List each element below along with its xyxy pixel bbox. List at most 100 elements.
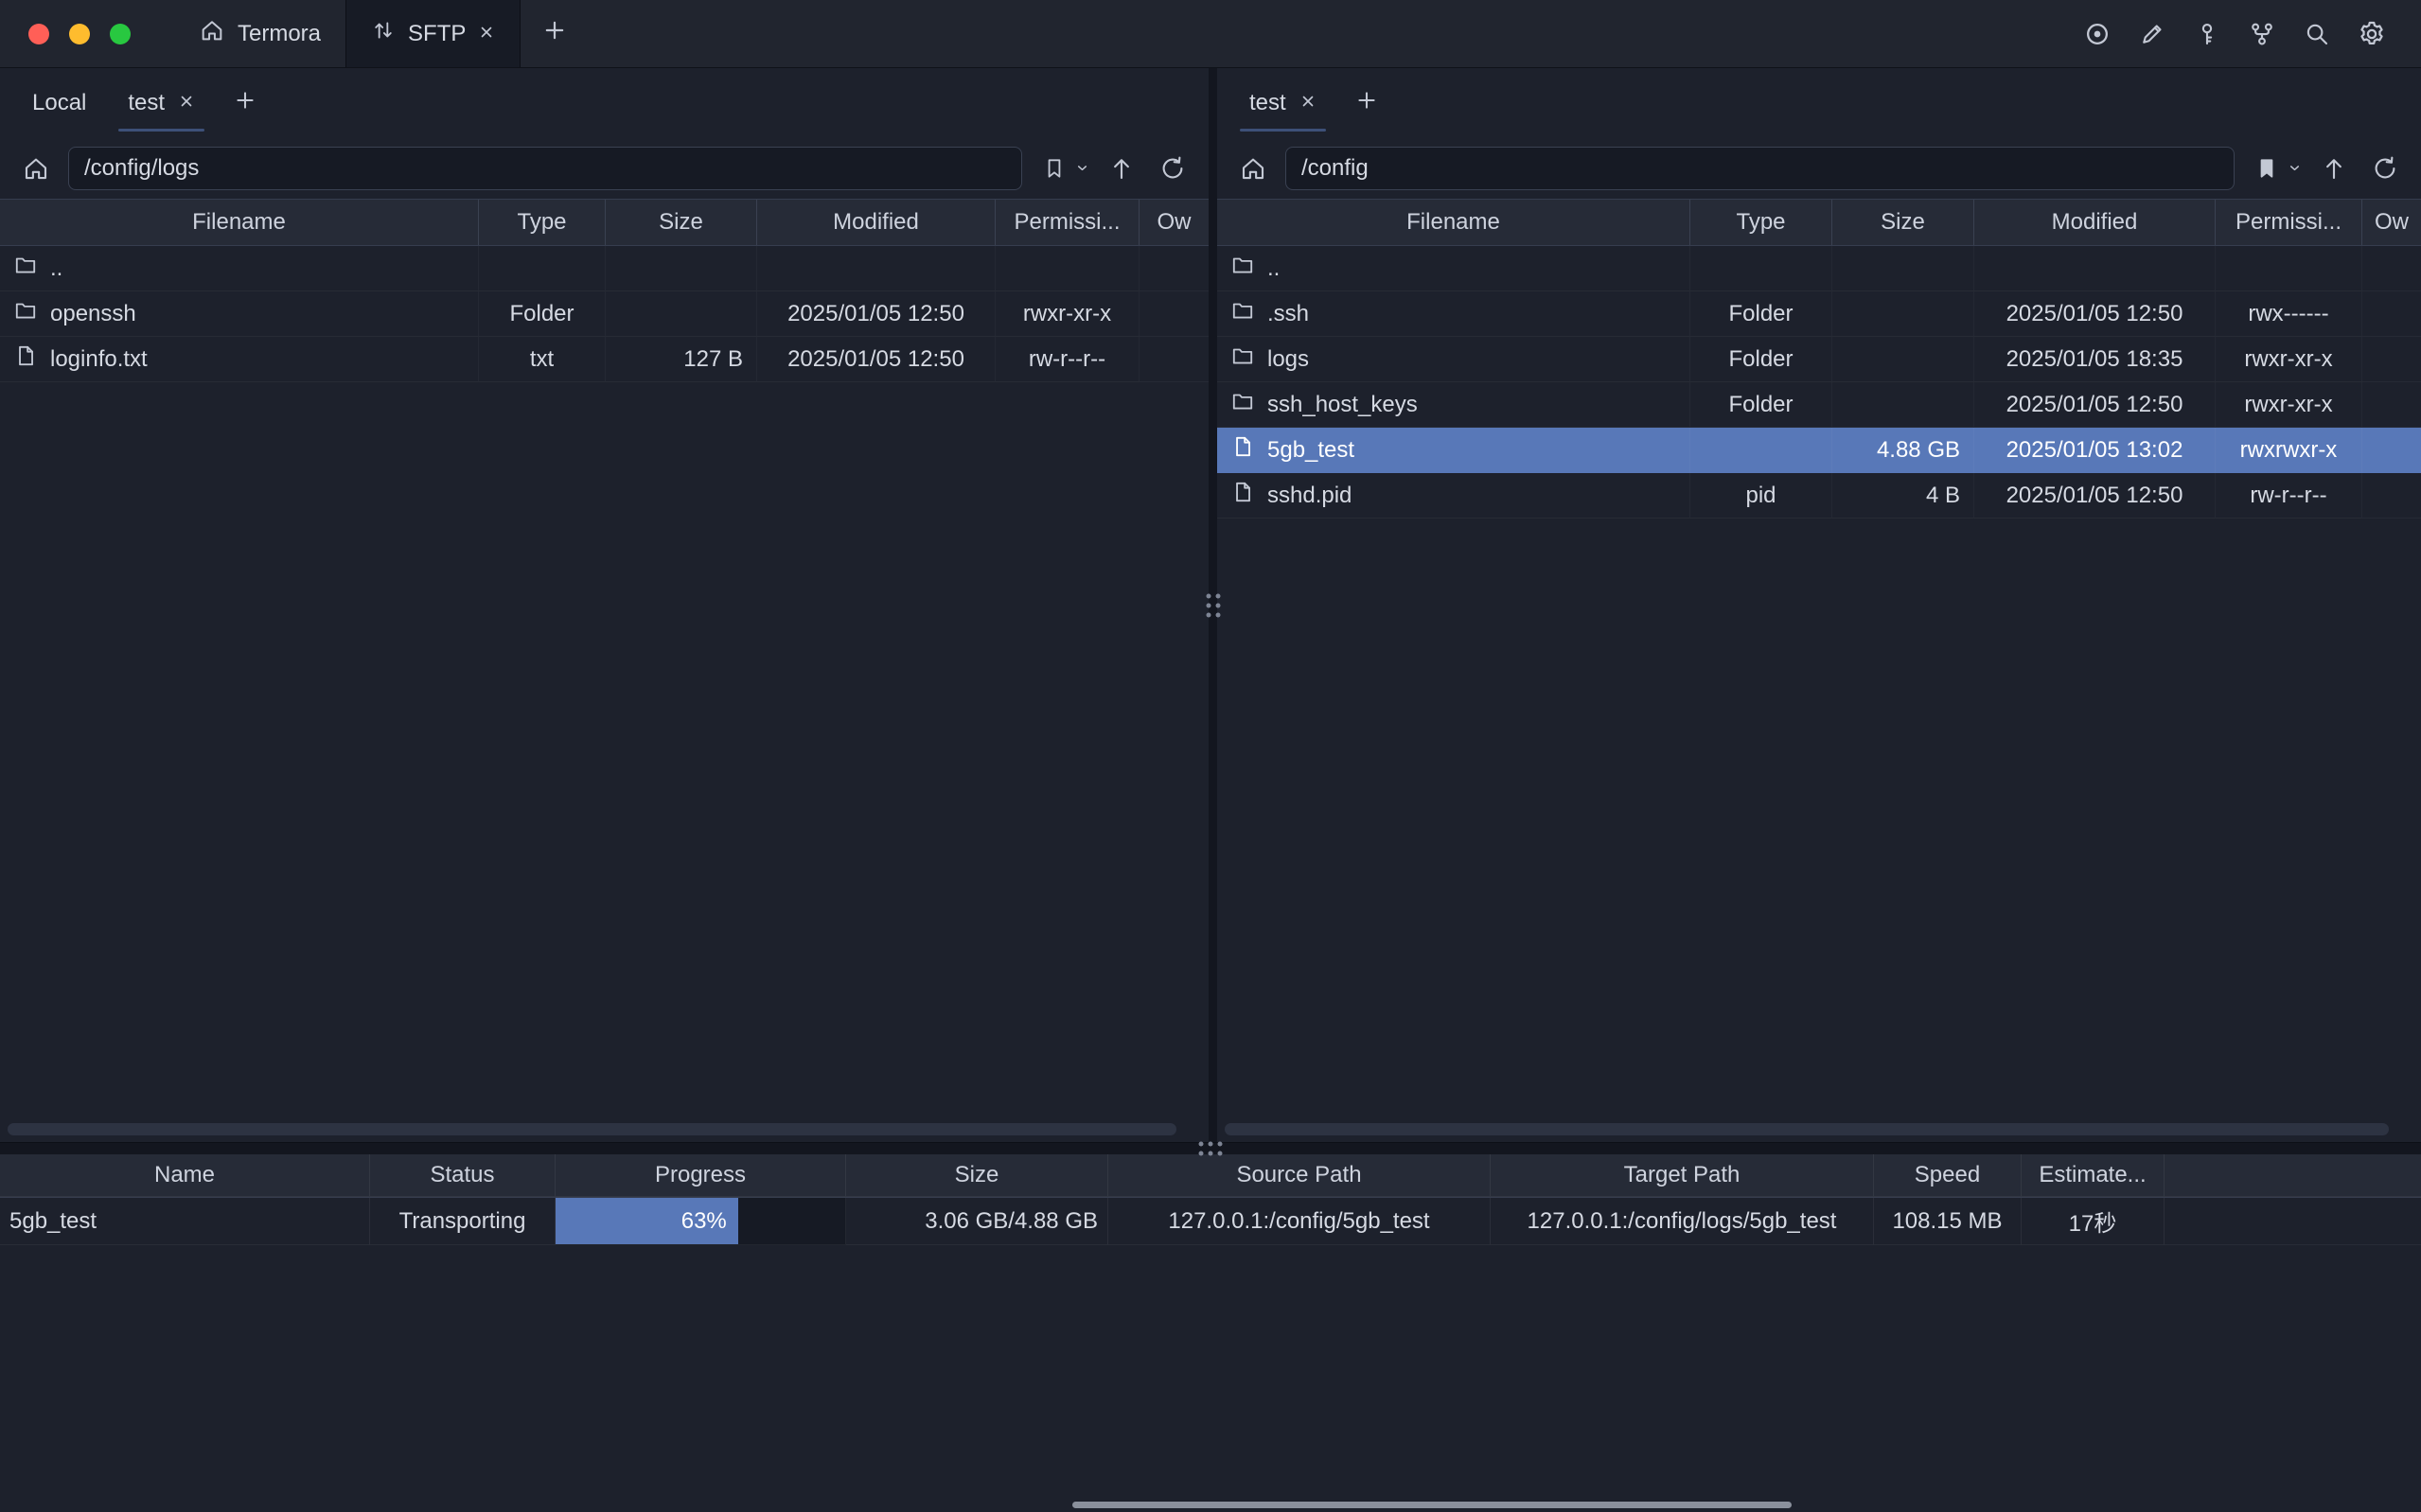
right-hscrollbar-thumb[interactable]	[1225, 1123, 2389, 1135]
left-file-table: Filename Type Size Modified Permissi... …	[0, 199, 1209, 1142]
column-header-size[interactable]: Size	[846, 1154, 1108, 1197]
column-header-type[interactable]: Type	[1690, 200, 1832, 245]
refresh-button[interactable]	[1154, 149, 1192, 187]
zoom-window-button[interactable]	[110, 24, 131, 44]
plus-icon	[541, 17, 568, 50]
folder-icon	[1230, 253, 1255, 284]
new-window-tab-button[interactable]	[521, 0, 589, 67]
column-header-modified[interactable]: Modified	[757, 200, 996, 245]
column-header-owner[interactable]: Ow	[1140, 200, 1209, 245]
file-row[interactable]: logs Folder 2025/01/05 18:35 rwxr-xr-x	[1217, 337, 2421, 382]
file-row[interactable]: ..	[0, 246, 1209, 291]
settings-icon[interactable]	[2355, 17, 2389, 51]
column-header-size[interactable]: Size	[606, 200, 757, 245]
column-header-estimate[interactable]: Estimate...	[2022, 1154, 2165, 1197]
search-icon[interactable]	[2300, 17, 2334, 51]
file-type: Folder	[1690, 337, 1832, 382]
window-hscrollbar-thumb[interactable]	[1072, 1502, 1792, 1508]
refresh-button[interactable]	[2366, 149, 2404, 187]
edit-icon[interactable]	[2135, 17, 2169, 51]
transfer-name: 5gb_test	[0, 1198, 370, 1245]
close-tab-icon[interactable]	[478, 21, 495, 47]
home-button[interactable]	[1234, 149, 1272, 187]
tab-test-left[interactable]: test	[107, 68, 216, 138]
file-type: Folder	[1690, 382, 1832, 428]
file-size	[1832, 337, 1974, 382]
parent-directory-button[interactable]	[1103, 149, 1140, 187]
column-header-size[interactable]: Size	[1832, 200, 1974, 245]
column-header-speed[interactable]: Speed	[1874, 1154, 2022, 1197]
file-size	[606, 246, 757, 291]
close-tab-icon[interactable]	[1299, 90, 1317, 116]
file-row[interactable]: sshd.pid pid 4 B 2025/01/05 12:50 rw-r--…	[1217, 473, 2421, 519]
file-name: ..	[50, 255, 62, 282]
column-header-permissions[interactable]: Permissi...	[2216, 200, 2362, 245]
tab-test-label: test	[128, 90, 165, 116]
right-file-table: Filename Type Size Modified Permissi... …	[1217, 199, 2421, 1142]
chevron-down-icon[interactable]	[2288, 155, 2302, 182]
tab-termora[interactable]: Termora	[174, 0, 345, 67]
divider-grip-icon	[1199, 1142, 1223, 1156]
transfers-divider[interactable]	[0, 1142, 2421, 1154]
home-button[interactable]	[17, 149, 55, 187]
file-row[interactable]: ..	[1217, 246, 2421, 291]
titlebar-actions	[2080, 0, 2421, 67]
column-header-name[interactable]: Name	[0, 1154, 370, 1197]
right-bookmark-group	[2248, 149, 2302, 187]
new-pane-tab-button[interactable]	[216, 68, 274, 138]
transfer-arrows-icon	[371, 18, 396, 49]
column-header-modified[interactable]: Modified	[1974, 200, 2216, 245]
branch-icon[interactable]	[2245, 17, 2279, 51]
transfer-filler	[2165, 1198, 2421, 1245]
column-header-permissions[interactable]: Permissi...	[996, 200, 1140, 245]
file-icon	[13, 343, 38, 375]
folder-icon	[13, 253, 38, 284]
right-pathbar	[1217, 138, 2421, 199]
tab-test-label: test	[1249, 90, 1286, 116]
tab-local-label: Local	[32, 90, 86, 116]
column-header-type[interactable]: Type	[479, 200, 606, 245]
new-pane-tab-button[interactable]	[1337, 68, 1396, 138]
bookmark-icon[interactable]	[2248, 149, 2286, 187]
close-window-button[interactable]	[28, 24, 49, 44]
tab-test-right[interactable]: test	[1228, 68, 1337, 138]
file-type	[1690, 246, 1832, 291]
progress-fill: 63%	[556, 1198, 738, 1244]
chevron-down-icon[interactable]	[1075, 155, 1089, 182]
parent-directory-button[interactable]	[2315, 149, 2353, 187]
column-header-filename[interactable]: Filename	[0, 200, 479, 245]
key-icon[interactable]	[2190, 17, 2224, 51]
file-row[interactable]: openssh Folder 2025/01/05 12:50 rwxr-xr-…	[0, 291, 1209, 337]
minimize-window-button[interactable]	[69, 24, 90, 44]
column-header-filler	[2165, 1154, 2421, 1197]
tab-local[interactable]: Local	[11, 68, 107, 138]
column-header-owner[interactable]: Ow	[2362, 200, 2421, 245]
file-row[interactable]: ssh_host_keys Folder 2025/01/05 12:50 rw…	[1217, 382, 2421, 428]
record-icon[interactable]	[2080, 17, 2114, 51]
transfer-source-path: 127.0.0.1:/config/5gb_test	[1108, 1198, 1491, 1245]
tab-sftp[interactable]: SFTP	[345, 0, 521, 67]
transfer-status: Transporting	[370, 1198, 556, 1245]
transfer-row[interactable]: 5gb_test Transporting 63% 3.06 GB/4.88 G…	[0, 1198, 2421, 1245]
folder-icon	[13, 298, 38, 329]
close-tab-icon[interactable]	[178, 90, 195, 116]
progress-label: 63%	[681, 1208, 727, 1235]
column-header-source-path[interactable]: Source Path	[1108, 1154, 1491, 1197]
column-header-target-path[interactable]: Target Path	[1491, 1154, 1874, 1197]
file-name: logs	[1267, 346, 1309, 373]
plus-icon	[233, 88, 257, 119]
column-header-filename[interactable]: Filename	[1217, 200, 1690, 245]
file-row[interactable]: loginfo.txt txt 127 B 2025/01/05 12:50 r…	[0, 337, 1209, 382]
column-header-status[interactable]: Status	[370, 1154, 556, 1197]
file-row[interactable]: .ssh Folder 2025/01/05 12:50 rwx------	[1217, 291, 2421, 337]
file-permissions: rwxr-xr-x	[2216, 382, 2362, 428]
file-name: sshd.pid	[1267, 483, 1352, 509]
file-row-selected[interactable]: 5gb_test 4.88 GB 2025/01/05 13:02 rwxrwx…	[1217, 428, 2421, 473]
left-path-input[interactable]	[68, 147, 1022, 190]
left-hscrollbar-thumb[interactable]	[8, 1123, 1176, 1135]
file-modified: 2025/01/05 18:35	[1974, 337, 2216, 382]
right-path-input[interactable]	[1285, 147, 2235, 190]
bookmark-button[interactable]	[1035, 149, 1073, 187]
column-header-progress[interactable]: Progress	[556, 1154, 846, 1197]
pane-divider[interactable]	[1209, 68, 1217, 1142]
